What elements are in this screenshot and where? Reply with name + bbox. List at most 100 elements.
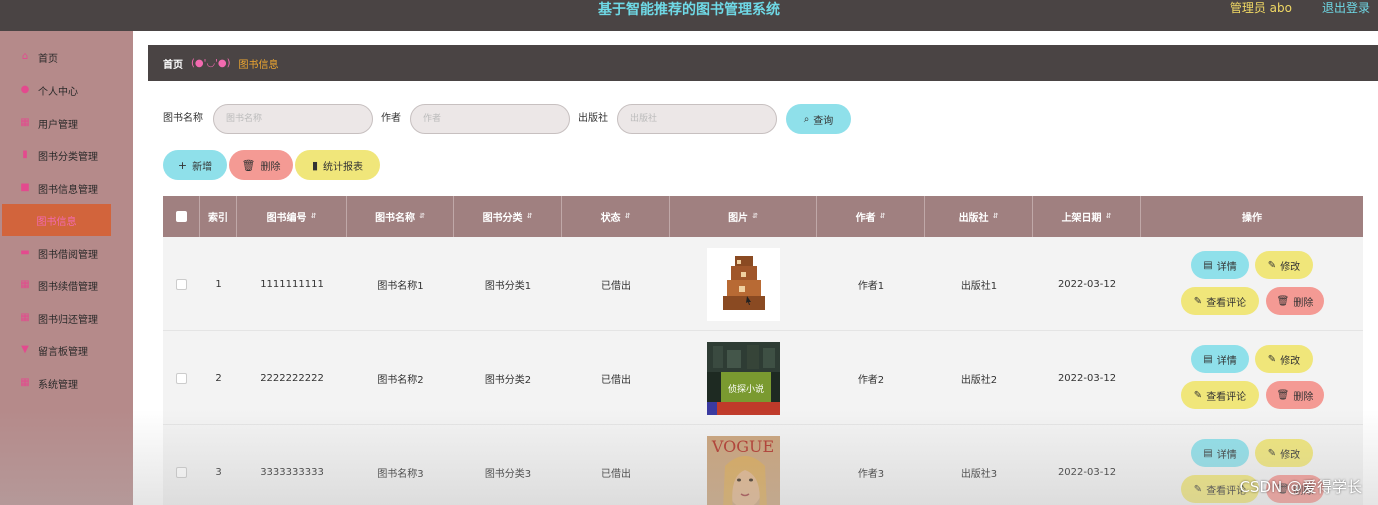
- header-name[interactable]: 图书名称 ⇵: [347, 196, 454, 237]
- cell-index: 1: [215, 278, 222, 290]
- breadcrumb-home[interactable]: 首页: [163, 56, 183, 71]
- header-code[interactable]: 图书编号 ⇵: [237, 196, 347, 237]
- publisher-input[interactable]: [617, 104, 777, 134]
- header-label: 图书名称: [375, 213, 416, 224]
- edit-button[interactable]: ✎ 修改: [1255, 345, 1313, 373]
- book-cover-image[interactable]: VOGUE: [707, 435, 780, 505]
- detail-button[interactable]: ▤ 详情: [1191, 345, 1249, 373]
- book-name-label: 图书名称: [163, 113, 203, 124]
- header-label: 作者: [855, 213, 876, 224]
- select-all-cell: [163, 196, 200, 237]
- admin-name: 管理员 abo: [1229, 1, 1292, 15]
- header-label: 图书分类: [482, 213, 523, 224]
- message-icon: ▼: [21, 344, 29, 355]
- cell-name: 图书名称3: [377, 468, 424, 480]
- book-name-input[interactable]: [213, 104, 373, 134]
- card-icon: ▬: [20, 247, 30, 258]
- select-all-checkbox[interactable]: [175, 211, 187, 222]
- edit-button[interactable]: ✎ 修改: [1255, 439, 1313, 467]
- user-icon: ●: [20, 84, 30, 95]
- row-checkbox[interactable]: [176, 466, 187, 478]
- breadcrumb-current: 图书信息: [238, 59, 279, 71]
- grid-icon: ▦: [20, 279, 30, 290]
- cell-status: 已借出: [601, 468, 631, 480]
- sort-icon: ⇵: [526, 212, 533, 220]
- sidebar-item-profile[interactable]: ● 个人中心: [0, 74, 133, 106]
- cover-title-text: 侦探小说: [728, 383, 764, 395]
- add-button[interactable]: + 新增: [163, 150, 227, 180]
- cell-name: 图书名称1: [377, 280, 424, 292]
- row-select-cell: [163, 331, 200, 425]
- sidebar-item-label: 图书续借管理: [38, 281, 98, 293]
- cell-status: 已借出: [601, 280, 631, 292]
- trash-icon: 🗑︎: [241, 158, 256, 172]
- trash-icon: 🗑︎: [1276, 389, 1290, 401]
- author-label: 作者: [381, 113, 401, 124]
- header-date[interactable]: 上架日期 ⇵: [1033, 196, 1141, 237]
- sidebar-item-label: 图书借阅管理: [38, 249, 98, 261]
- sidebar-item-categories[interactable]: ▮ 图书分类管理: [0, 139, 133, 171]
- cover-title-text: VOGUE: [711, 437, 774, 456]
- query-button[interactable]: ⌕ 查询: [786, 104, 851, 134]
- sidebar-item-renew[interactable]: ▦ 图书续借管理: [0, 269, 133, 301]
- cell-category: 图书分类3: [484, 468, 532, 480]
- author-input[interactable]: [410, 104, 570, 134]
- sidebar-subitem-book-info[interactable]: 图书信息: [2, 204, 111, 236]
- sidebar-item-label: 系统管理: [38, 379, 78, 391]
- row-checkbox[interactable]: [176, 372, 187, 384]
- table-row: 1 1111111111 图书名称1 图书分类1 已借出 作者1 出版社1 20…: [163, 237, 1363, 331]
- delete-button[interactable]: 🗑︎ 删除: [1266, 287, 1324, 315]
- cell-author: 作者3: [857, 468, 885, 480]
- header-image[interactable]: 图片 ⇵: [670, 196, 817, 237]
- sidebar-item-messages[interactable]: ▼ 留言板管理: [0, 334, 133, 366]
- header-category[interactable]: 图书分类 ⇵: [454, 196, 562, 237]
- view-comments-button[interactable]: ✎ 查看评论: [1181, 287, 1259, 315]
- logout-link[interactable]: 退出登录: [1322, 0, 1370, 17]
- sidebar-item-label: 首页: [38, 53, 58, 65]
- sidebar-item-home[interactable]: ⌂ 首页: [0, 41, 133, 73]
- delete-button[interactable]: 🗑︎ 删除: [1266, 381, 1324, 409]
- edit-label: 修改: [1280, 261, 1301, 273]
- sidebar-item-system[interactable]: ▦ 系统管理: [0, 367, 133, 399]
- cell-actions: ▤ 详情 ✎ 修改 ✎ 查看评论 🗑︎ 删除: [1141, 237, 1363, 331]
- cell-publisher: 出版社1: [960, 280, 998, 292]
- edit-icon: ✎: [1267, 447, 1277, 459]
- book-cover-image[interactable]: [707, 247, 780, 321]
- batch-delete-button[interactable]: 🗑︎ 删除: [229, 150, 293, 180]
- query-label: 查询: [813, 115, 834, 127]
- view-comments-button[interactable]: ✎ 查看评论: [1181, 381, 1259, 409]
- header-actions: 操作: [1141, 196, 1363, 237]
- sidebar-item-borrow[interactable]: ▬ 图书借阅管理: [0, 237, 133, 269]
- cell-actions: ▤ 详情 ✎ 修改 ✎ 查看评论 🗑︎ 删除: [1141, 331, 1363, 425]
- sidebar-item-users[interactable]: ▦ 用户管理: [0, 107, 133, 139]
- detail-button[interactable]: ▤ 详情: [1191, 251, 1249, 279]
- detail-button[interactable]: ▤ 详情: [1191, 439, 1249, 467]
- cell-code: 1111111111: [260, 278, 324, 290]
- home-icon: ⌂: [21, 51, 29, 62]
- header-author[interactable]: 作者 ⇵: [817, 196, 925, 237]
- grid-icon: ▦: [20, 312, 30, 323]
- row-checkbox[interactable]: [176, 278, 187, 290]
- trash-icon: 🗑︎: [1276, 295, 1290, 307]
- edit-button[interactable]: ✎ 修改: [1255, 251, 1313, 279]
- delete-label: 删除: [260, 161, 281, 173]
- edit-icon: ✎: [1193, 483, 1203, 495]
- plus-icon: +: [177, 158, 188, 172]
- grid-icon: ▦: [20, 117, 30, 128]
- header-publisher[interactable]: 出版社 ⇵: [925, 196, 1033, 237]
- book-cover-image[interactable]: 侦探小说: [707, 341, 780, 415]
- header-label: 上架日期: [1061, 213, 1102, 224]
- edit-label: 修改: [1280, 355, 1301, 367]
- header-label: 出版社: [958, 213, 989, 224]
- header-status[interactable]: 状态 ⇵: [562, 196, 670, 237]
- cell-image: VOGUE: [670, 425, 817, 505]
- sidebar-item-book-info[interactable]: ■ 图书信息管理: [0, 172, 133, 204]
- cell-date: 2022-03-12: [1057, 466, 1117, 478]
- header-label: 图书编号: [266, 213, 307, 224]
- comments-label: 查看评论: [1206, 391, 1247, 403]
- header-label: 索引: [208, 213, 228, 224]
- book-icon: ■: [20, 182, 30, 193]
- sidebar-item-return[interactable]: ▦ 图书归还管理: [0, 302, 133, 334]
- edit-icon: ✎: [1267, 353, 1277, 365]
- report-button[interactable]: ▮ 统计报表: [295, 150, 380, 180]
